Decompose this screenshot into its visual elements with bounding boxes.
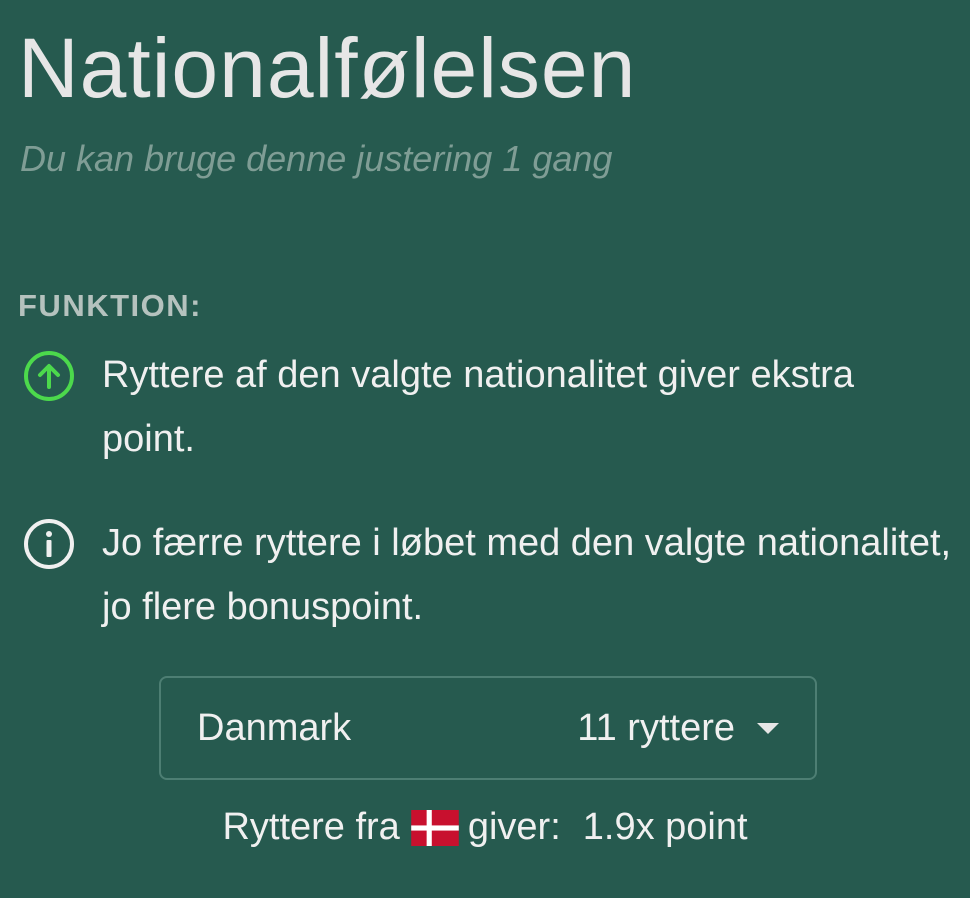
info-circle-icon	[24, 519, 74, 569]
bonus-result: Ryttere fra giver: 1.9x point	[0, 806, 970, 849]
adjustment-panel: Nationalfølelsen Du kan bruge denne just…	[0, 0, 970, 898]
function-item-bonus: Ryttere af den valgte nationalitet giver…	[22, 343, 952, 471]
selected-country: Danmark	[197, 706, 352, 749]
page-title: Nationalfølelsen	[18, 21, 637, 115]
result-prefix: Ryttere fra	[222, 806, 400, 848]
usage-subtitle: Du kan bruge denne justering 1 gang	[20, 138, 613, 179]
denmark-flag-icon	[411, 809, 459, 846]
arrow-up-circle-icon	[24, 351, 74, 401]
multiplier-value: 1.9x point	[582, 806, 748, 848]
rider-count: 11 ryttere	[577, 706, 735, 749]
function-item-text: Ryttere af den valgte nationalitet giver…	[102, 354, 854, 460]
function-label: FUNKTION:	[18, 288, 202, 323]
nationality-select[interactable]: Danmark 11 ryttere	[159, 676, 817, 780]
dropdown-arrow-icon[interactable]	[757, 722, 779, 734]
result-verb: giver:	[467, 806, 561, 848]
function-item-info: Jo færre ryttere i løbet med den valgte …	[22, 511, 952, 639]
function-item-text: Jo færre ryttere i løbet med den valgte …	[102, 522, 952, 628]
